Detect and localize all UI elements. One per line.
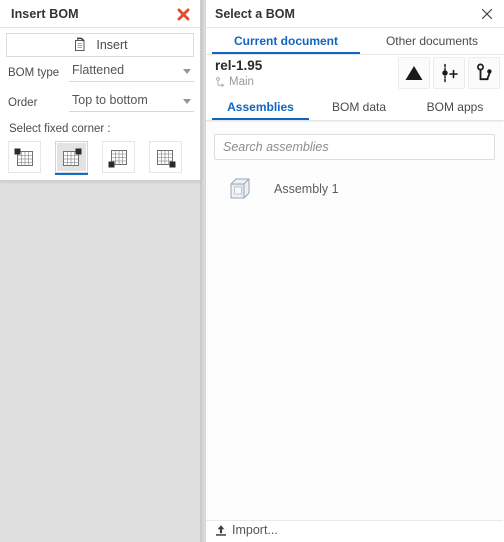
order-label: Order [8,97,38,109]
upload-icon [216,524,226,536]
order-field: Order Top to bottom [8,92,194,112]
branch-icon [216,77,225,87]
fixed-corner-options [8,141,198,175]
order-value: Top to bottom [72,93,148,107]
bom-type-select[interactable]: Flattened [69,62,194,82]
insert-button[interactable]: Insert [6,33,194,57]
grid-corner-bottom-left-icon [108,150,127,168]
cube-part-icon [230,178,250,199]
section-tabs: Assemblies BOM data BOM apps [206,95,504,121]
insert-button-label: Insert [96,38,128,52]
tab-other-documents[interactable]: Other documents [364,28,500,54]
corner-top-left-button[interactable] [8,141,41,173]
search-input[interactable] [214,134,495,160]
grid-corner-bottom-right-icon [157,150,176,168]
insert-bom-titlebar: Insert BOM [0,0,200,28]
release-triangle-button[interactable] [398,57,430,89]
tab-bom-apps[interactable]: BOM apps [409,95,501,120]
insert-table-icon [75,37,85,51]
list-item-label: Assembly 1 [274,182,339,196]
release-branch-label: Main [229,76,254,88]
select-bom-title: Select a BOM [215,7,295,21]
panel-footer: Import... [206,520,503,542]
close-icon[interactable] [477,5,497,23]
assemblies-list-body: Assembly 1 [206,121,503,520]
add-version-button[interactable] [433,57,465,89]
bom-type-value: Flattened [72,63,125,77]
app-root: Insert BOM Insert BOM type Flattened Ord… [0,0,504,542]
add-version-icon [442,63,458,83]
release-actions [398,57,500,89]
corner-bottom-right-button[interactable] [149,141,182,173]
release-header: rel-1.95 Main [206,55,504,95]
grid-corner-top-right-icon [63,148,82,166]
select-bom-titlebar: Select a BOM [206,0,504,28]
import-label: Import... [232,523,278,537]
document-tabs: Current document Other documents [206,28,504,55]
tab-bom-data[interactable]: BOM data [311,95,407,120]
release-name: rel-1.95 [215,58,263,73]
corner-bottom-left-button[interactable] [102,141,135,173]
triangle-up-icon [405,66,423,80]
list-item[interactable]: Assembly 1 [214,172,495,206]
release-branch: Main [216,76,254,88]
close-icon[interactable] [172,4,194,24]
bom-type-field: BOM type Flattened [8,62,194,82]
fixed-corner-caption: Select fixed corner : [9,123,111,135]
select-bom-panel: Select a BOM Current document Other docu… [205,0,504,542]
insert-bom-dialog: Insert BOM Insert BOM type Flattened Ord… [0,0,201,181]
branch-icon [477,63,492,81]
tab-current-document[interactable]: Current document [212,28,360,54]
insert-bom-title: Insert BOM [11,7,79,21]
chevron-down-icon [183,99,191,104]
chevron-down-icon [183,69,191,74]
bom-type-label: BOM type [8,67,60,79]
grid-corner-top-left-icon [14,148,33,166]
branch-button[interactable] [468,57,500,89]
import-button[interactable]: Import... [215,523,278,537]
order-select[interactable]: Top to bottom [69,92,194,112]
corner-top-right-button[interactable] [55,141,88,175]
tab-assemblies[interactable]: Assemblies [212,95,309,120]
